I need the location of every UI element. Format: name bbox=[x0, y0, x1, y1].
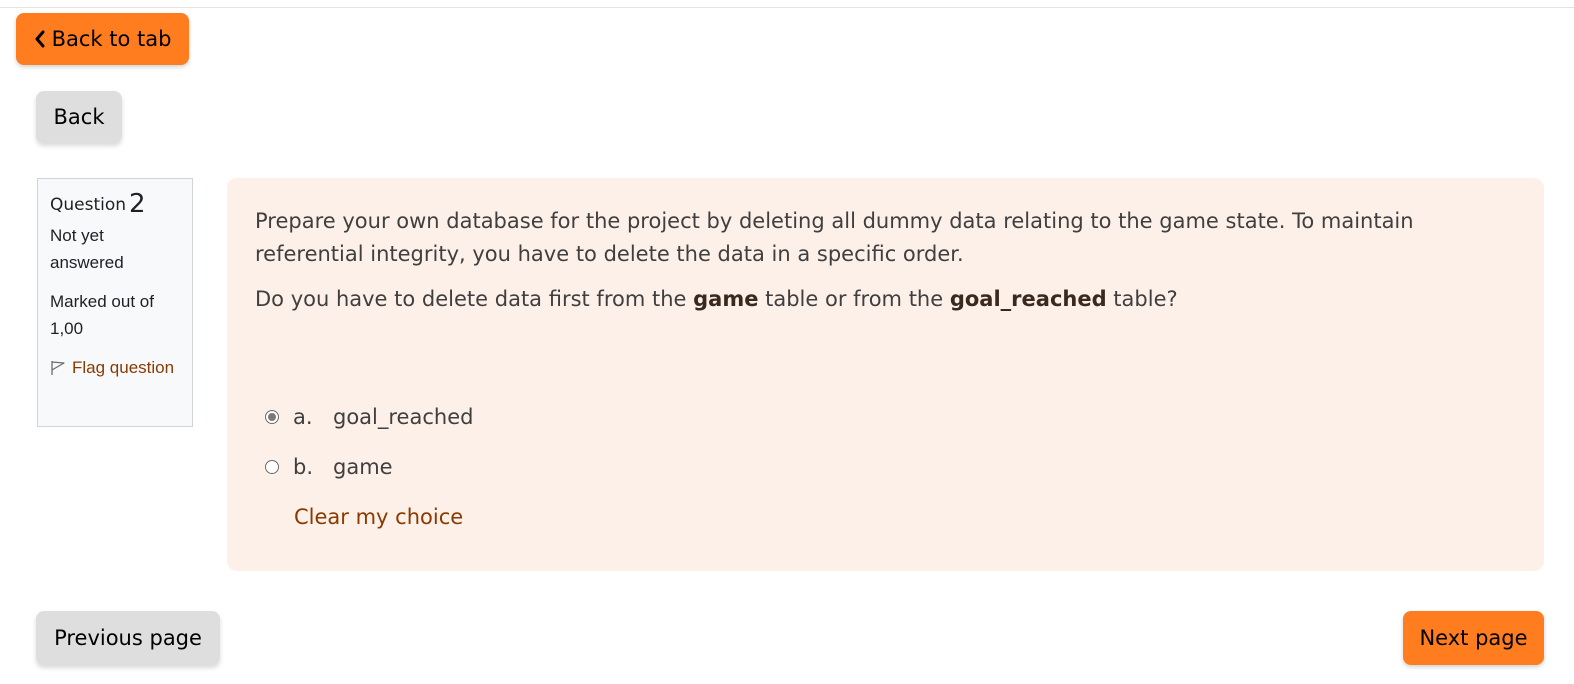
question-number: 2 bbox=[129, 189, 146, 219]
answer-option-b[interactable]: b. game bbox=[265, 451, 473, 483]
answer-letter-b: b. bbox=[293, 455, 314, 479]
answer-label-a: goal_reached bbox=[333, 405, 474, 429]
answer-option-a[interactable]: a. goal_reached bbox=[265, 401, 473, 433]
back-label: Back bbox=[53, 105, 105, 129]
back-to-tab-label: Back to tab bbox=[51, 27, 172, 51]
answer-label-b: game bbox=[333, 455, 393, 479]
question-text-2: Do you have to delete data first from th… bbox=[255, 283, 1516, 316]
question-text-2-table-goal-reached: goal_reached bbox=[949, 287, 1107, 311]
top-divider bbox=[0, 7, 1574, 8]
back-to-tab-button[interactable]: Back to tab bbox=[16, 13, 189, 65]
flag-question-label: Flag question bbox=[72, 358, 175, 377]
answer-letter-a: a. bbox=[293, 405, 313, 429]
previous-page-button[interactable]: Previous page bbox=[36, 611, 220, 665]
chevron-left-icon bbox=[34, 30, 46, 48]
question-text-2-suffix: table? bbox=[1106, 287, 1178, 311]
flag-question-link[interactable]: Flag question bbox=[50, 354, 180, 381]
back-button[interactable]: Back bbox=[36, 91, 122, 143]
answer-list: a. goal_reached b. game bbox=[265, 401, 473, 501]
next-page-button[interactable]: Next page bbox=[1403, 611, 1544, 665]
radio-button-b[interactable] bbox=[265, 460, 279, 474]
next-page-label: Next page bbox=[1419, 626, 1528, 650]
question-title-prefix: Question bbox=[50, 195, 127, 215]
question-text-2-table-game: game bbox=[693, 287, 759, 311]
question-state: Not yet answered bbox=[50, 226, 124, 272]
question-text-2-prefix: Do you have to delete data first from th… bbox=[255, 287, 694, 311]
question-text-1: Prepare your own database for the projec… bbox=[255, 209, 1414, 266]
flag-icon bbox=[50, 360, 66, 376]
question-text-2-middle: table or from the bbox=[758, 287, 950, 311]
clear-choice-link[interactable]: Clear my choice bbox=[294, 505, 463, 529]
question-card: Prepare your own database for the projec… bbox=[227, 178, 1544, 571]
previous-page-label: Previous page bbox=[54, 626, 202, 650]
question-info-panel: Question 2 Not yet answered Marked out of… bbox=[37, 178, 193, 427]
question-title: Question 2 bbox=[50, 189, 180, 220]
radio-button-a[interactable] bbox=[265, 410, 279, 424]
question-grade: Marked out of 1,00 bbox=[50, 292, 154, 338]
